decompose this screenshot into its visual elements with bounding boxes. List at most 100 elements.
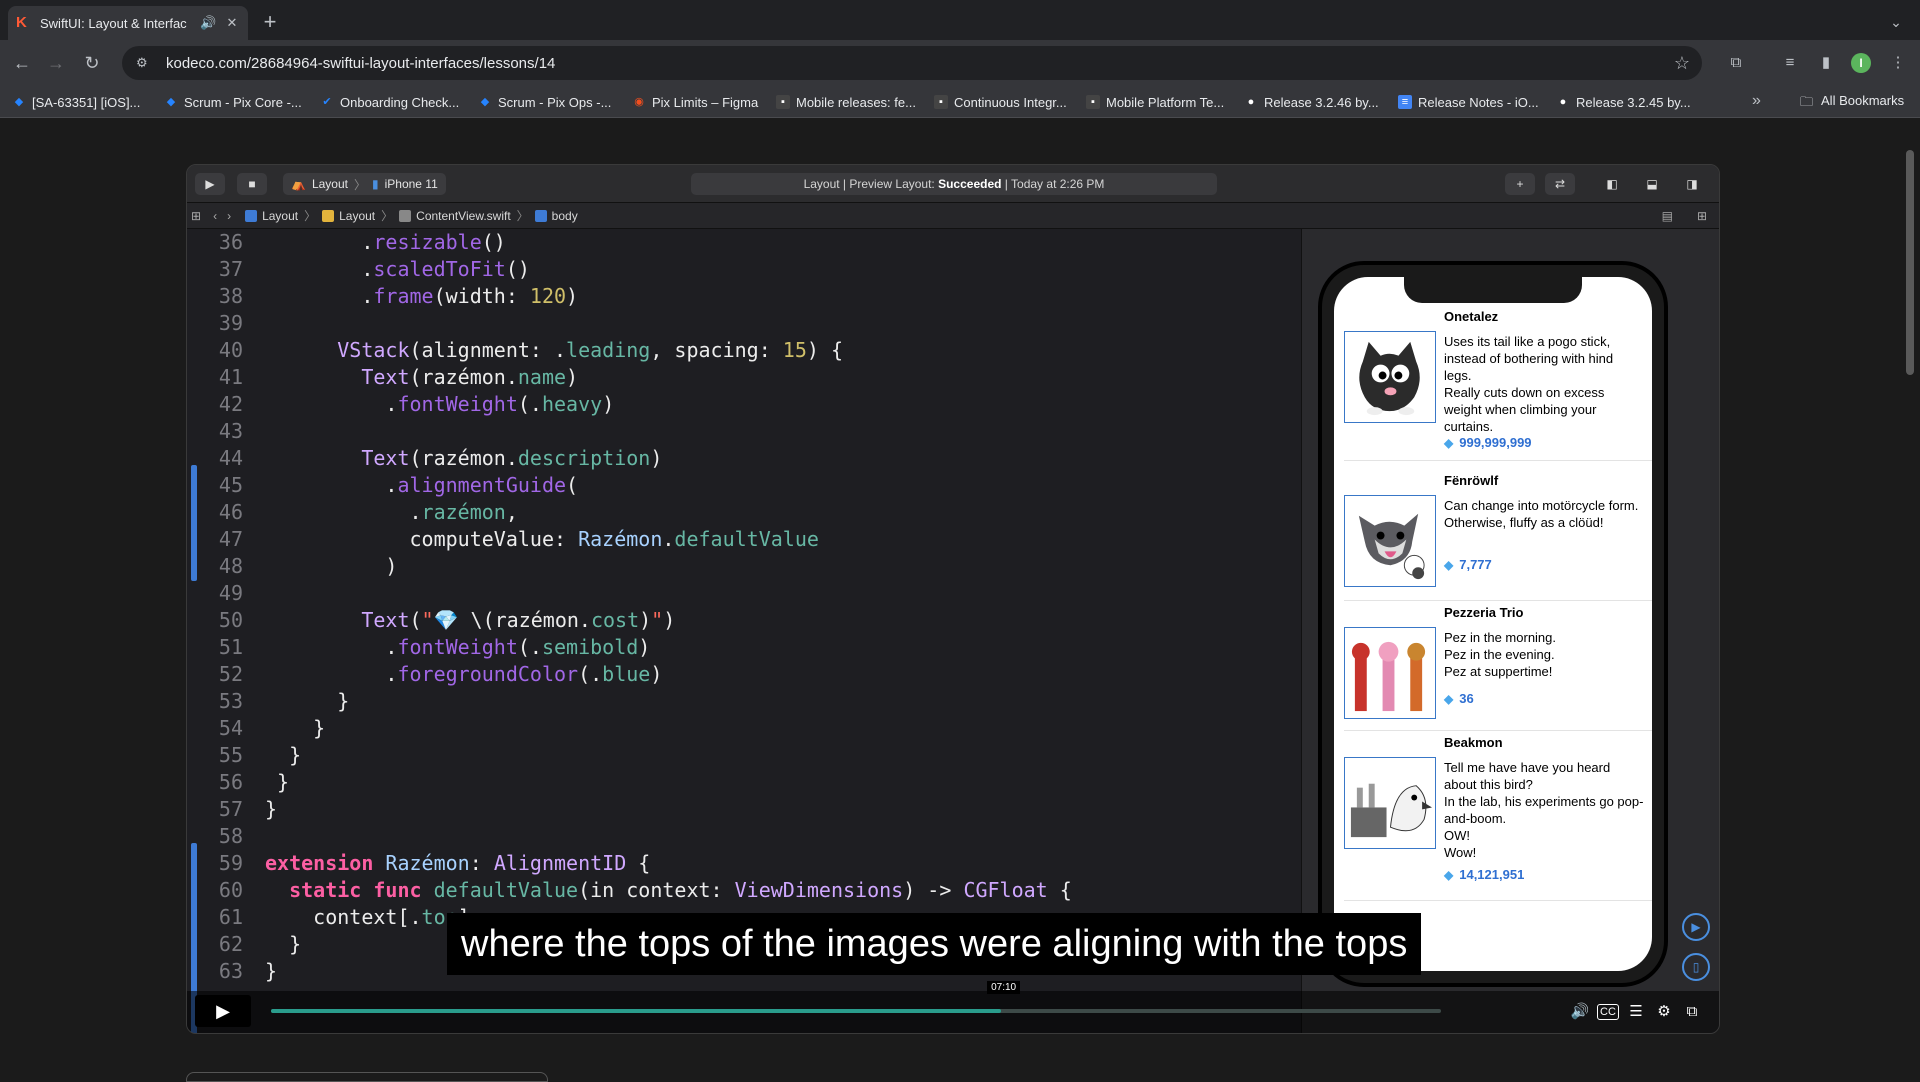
tab-search-chevron-icon[interactable]: ⌄ <box>1882 8 1910 36</box>
bookmark-item[interactable]: ◆ Scrum - Pix Ops -... <box>478 93 612 111</box>
item-description: Tell me have have you heard about this b… <box>1444 760 1644 860</box>
device-settings-icon: ▯ <box>1682 953 1710 981</box>
site-info-icon[interactable]: ⚙ <box>136 55 156 71</box>
picture-in-picture-icon[interactable]: ⧉ <box>1681 1001 1703 1023</box>
code-line: 47 computeValue: Razémon.defaultValue <box>187 526 1301 553</box>
tab-title: SwiftUI: Layout & Interfac <box>40 15 187 31</box>
github-icon: ● <box>1247 96 1255 108</box>
line-number: 44 <box>218 446 243 470</box>
bookmark-label: Continuous Integr... <box>954 94 1067 110</box>
code-line: 45 .alignmentGuide( <box>187 472 1301 499</box>
close-tab-icon[interactable]: ✕ <box>224 15 240 31</box>
line-number: 36 <box>218 230 243 254</box>
bookmark-label: Release 3.2.46 by... <box>1264 94 1379 110</box>
iphone-screen: Onetalez Uses its tail like a pogo stick… <box>1334 277 1652 971</box>
browser-toolbar: ← → ↻ ⚙ kodeco.com/28684964-swiftui-layo… <box>0 40 1920 86</box>
line-number: 60 <box>218 878 243 902</box>
bookmark-star-icon[interactable]: ☆ <box>1674 53 1690 74</box>
captions-icon[interactable]: CC <box>1597 1004 1619 1020</box>
video-player[interactable]: ▶ ■ ⛺ Layout 〉 ▮ iPhone 11 Layout | Prev… <box>186 164 1720 1034</box>
bookmark-label: Onboarding Check... <box>340 94 460 110</box>
breadcrumb-label: body <box>551 208 578 223</box>
line-number: 38 <box>218 284 243 308</box>
scheme-selector: ⛺ Layout 〉 ▮ iPhone 11 <box>283 173 446 195</box>
grid-icon: ⊞ <box>191 208 202 223</box>
breadcrumb-project: Layout <box>245 209 298 223</box>
bookmark-item[interactable]: ▪ Continuous Integr... <box>934 93 1067 111</box>
navigator-toggle-icon: ◧ <box>1606 177 1618 191</box>
tab-active[interactable]: K SwiftUI: Layout & Interfac 🔊 ✕ <box>8 6 248 40</box>
code-line: 50 Text("💎 \(razémon.cost)") <box>187 607 1301 634</box>
line-number: 51 <box>218 635 243 659</box>
figma-icon: ◉ <box>634 96 644 108</box>
transcript-icon[interactable]: ☰ <box>1625 1001 1647 1023</box>
item-cost: ◆ 14,121,951 <box>1444 867 1524 882</box>
progress-bar[interactable]: 07:10 <box>271 981 1441 1013</box>
all-bookmarks-label: All Bookmarks <box>1821 93 1905 108</box>
item-cost-value: 7,777 <box>1459 557 1492 572</box>
new-tab-button[interactable]: + <box>256 8 284 36</box>
all-bookmarks-button[interactable]: 🗀 All Bookmarks <box>1800 93 1904 115</box>
rw-icon: ▪ <box>776 95 790 109</box>
list-item: Beakmon Tell me have have you heard abou… <box>1344 735 1652 901</box>
item-cost-value: 14,121,951 <box>1459 867 1525 882</box>
swift-file-icon <box>399 209 412 222</box>
item-cost: ◆ 7,777 <box>1444 557 1492 572</box>
code-line: 44 Text(razémon.description) <box>187 445 1301 472</box>
kodeco-favicon-icon: K <box>16 14 27 31</box>
code-line: 60 static func defaultValue(in context: … <box>187 877 1301 904</box>
line-number: 54 <box>218 716 243 740</box>
line-number: 56 <box>218 770 243 794</box>
forward-icon[interactable]: → <box>42 49 70 77</box>
bookmark-label: [SA-63351] [iOS]... <box>32 94 141 110</box>
item-name: Pezzeria Trio <box>1444 605 1524 620</box>
code-line: 52 .foregroundColor(.blue) <box>187 661 1301 688</box>
speaker-icon[interactable]: 🔊 <box>200 15 216 31</box>
activity-status: Layout | Preview Layout: Succeeded | Tod… <box>691 173 1217 195</box>
item-name: Fënröwlf <box>1444 473 1499 488</box>
item-name: Onetalez <box>1444 309 1499 324</box>
time-tooltip: 07:10 <box>987 981 1021 994</box>
bookmark-item[interactable]: ◆ [SA-63351] [iOS]... <box>12 93 141 111</box>
chevron-right-icon: 〉 <box>304 209 317 223</box>
play-button[interactable]: ▶ <box>195 995 251 1027</box>
bookmark-label: Mobile releases: fe... <box>796 94 916 110</box>
menu-kebab-icon[interactable]: ⋮ <box>1886 51 1910 75</box>
reload-icon[interactable]: ↻ <box>78 49 106 77</box>
profile-avatar[interactable]: I <box>1851 53 1871 73</box>
next-section-card <box>186 1072 548 1082</box>
more-bookmarks-icon[interactable]: » <box>1752 92 1761 110</box>
bookmark-item[interactable]: ◆ Scrum - Pix Core -... <box>164 93 302 111</box>
line-number: 47 <box>218 527 243 551</box>
line-number: 49 <box>218 581 243 605</box>
xcode-toolbar: ▶ ■ ⛺ Layout 〉 ▮ iPhone 11 Layout | Prev… <box>187 165 1719 203</box>
media-controls-icon[interactable]: ≡ <box>1778 51 1802 75</box>
bookmark-item[interactable]: ▪ Mobile releases: fe... <box>776 93 916 111</box>
list-item: Pezzeria Trio Pez in the morning. Pez in… <box>1344 605 1652 731</box>
bookmark-item[interactable]: ✔ Onboarding Check... <box>320 93 459 111</box>
code-line: 59 extension Razémon: AlignmentID { <box>187 850 1301 877</box>
volume-icon[interactable]: 🔊 <box>1569 1001 1591 1023</box>
back-icon[interactable]: ← <box>8 49 36 77</box>
breadcrumb-label: ContentView.swift <box>416 208 511 223</box>
bookmark-item[interactable]: ≡ Release Notes - iO... <box>1398 93 1539 111</box>
item-cost: ◆ 999,999,999 <box>1444 435 1532 450</box>
line-number: 40 <box>218 338 243 362</box>
settings-gear-icon[interactable]: ⚙ <box>1653 1001 1675 1023</box>
code-line: 54 } <box>187 715 1301 742</box>
side-panel-icon[interactable]: ▮ <box>1814 51 1838 75</box>
bookmark-item[interactable]: ● Release 3.2.46 by... <box>1244 93 1379 111</box>
bookmark-item[interactable]: ◉ Pix Limits – Figma <box>632 93 758 111</box>
line-number: 59 <box>218 851 243 875</box>
url-text[interactable]: kodeco.com/28684964-swiftui-layout-inter… <box>166 55 555 72</box>
bookmark-item[interactable]: ▪ Mobile Platform Te... <box>1086 93 1224 111</box>
cat-icon <box>1359 341 1420 416</box>
status-prefix: Layout | Preview Layout: <box>803 177 939 191</box>
extensions-icon[interactable]: ⧉ <box>1724 51 1748 75</box>
folder-icon <box>322 209 335 222</box>
bookmark-item[interactable]: ● Release 3.2.45 by... <box>1556 93 1691 111</box>
address-bar[interactable]: ⚙ kodeco.com/28684964-swiftui-layout-int… <box>122 46 1702 80</box>
page-scrollbar[interactable] <box>1906 150 1914 375</box>
breadcrumb-file: ContentView.swift <box>399 209 511 223</box>
item-name: Beakmon <box>1444 735 1503 750</box>
